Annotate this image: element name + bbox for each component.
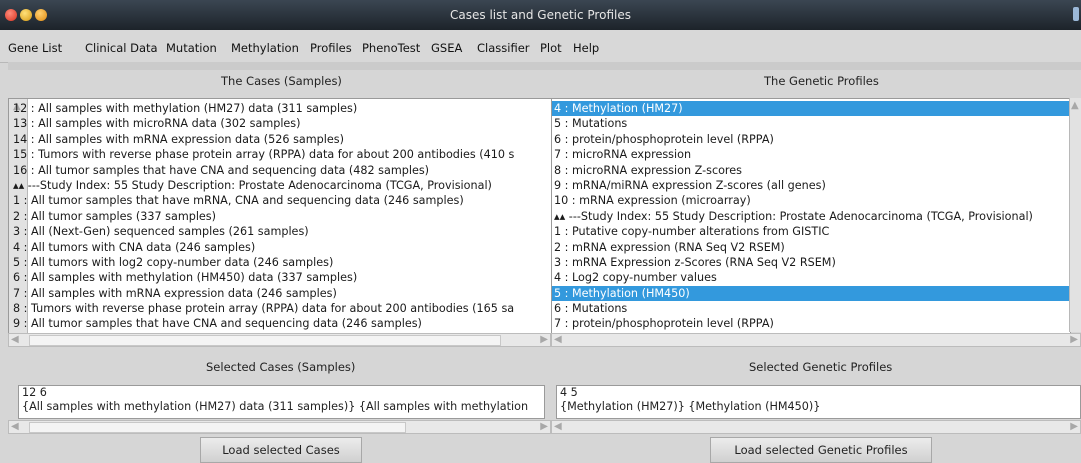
scroll-right-arrow-icon[interactable]: ▶ [540,334,548,346]
cases-list-rows: 12 : All samples with methylation (HM27)… [11,101,549,332]
scroll-right-arrow-icon[interactable]: ▶ [540,421,548,433]
menu-mutation[interactable]: Mutation [166,41,217,55]
scroll-thumb[interactable] [29,422,406,433]
list-item[interactable]: 3 : mRNA Expression z-Scores (RNA Seq V2… [552,255,1070,270]
selected-profile-descriptions: {Methylation (HM27)} {Methylation (HM450… [560,400,821,413]
selected-cases-horizontal-scrollbar[interactable]: ◀ ▶ [8,420,551,434]
profiles-panel-label: The Genetic Profiles [764,74,879,88]
menu-clinical-data[interactable]: Clinical Data [85,41,158,55]
scroll-left-arrow-icon[interactable]: ◀ [554,421,562,433]
scroll-left-arrow-icon[interactable]: ◀ [11,421,19,433]
cases-horizontal-scrollbar[interactable]: ◀ ▶ [8,333,551,347]
list-item-selected[interactable]: 5 : Methylation (HM450) [552,285,1070,302]
list-item[interactable]: 7 : microRNA expression [552,147,1070,162]
list-item[interactable]: 5 : Mutations [552,116,1070,131]
selected-profiles-label: Selected Genetic Profiles [749,360,893,374]
scroll-left-arrow-icon[interactable]: ◀ [554,334,562,346]
list-item[interactable]: 15 : Tumors with reverse phase protein a… [11,147,549,162]
list-item[interactable]: 10 : mRNA expression (microarray) [552,193,1070,208]
load-selected-profiles-button[interactable]: Load selected Genetic Profiles [710,437,932,463]
profiles-list[interactable]: 4 : Methylation (HM27) 5 : Mutations 6 :… [551,98,1071,334]
scroll-right-arrow-icon[interactable]: ▶ [1070,421,1078,433]
list-item[interactable]: 9 : mRNA/miRNA expression Z-scores (all … [552,178,1070,193]
selected-case-ids: 12 6 [22,386,47,399]
list-item[interactable]: 14 : All samples with mRNA expression da… [11,132,549,147]
window-titlebar: Cases list and Genetic Profiles [0,0,1081,30]
list-item[interactable]: 16 : All tumor samples that have CNA and… [11,163,549,178]
list-item[interactable]: 7 : protein/phosphoprotein level (RPPA) [552,316,1070,331]
list-item[interactable]: 6 : Mutations [552,301,1070,316]
list-item[interactable]: 1 : All tumor samples that have mRNA, CN… [11,193,549,208]
menu-methylation[interactable]: Methylation [231,41,299,55]
toolbar-strip [8,62,1081,70]
selected-profiles-field[interactable]: 4 5 {Methylation (HM27)} {Methylation (H… [556,385,1081,419]
list-item[interactable]: 8 : microRNA expression Z-scores [552,163,1070,178]
scroll-thumb[interactable] [29,335,501,346]
cases-panel-label: The Cases (Samples) [221,74,342,88]
list-item[interactable]: 8 : Tumors with reverse phase protein ar… [11,301,549,316]
scroll-right-arrow-icon[interactable]: ▶ [1070,334,1078,346]
menu-classifier[interactable]: Classifier [477,41,530,55]
cases-list[interactable]: ▲ 12 : All samples with methylation (HM2… [8,98,553,334]
list-item[interactable]: 2 : mRNA expression (RNA Seq V2 RSEM) [552,240,1070,255]
profiles-vertical-scrollbar[interactable]: ▲ [1069,98,1081,332]
menu-gene-list[interactable]: Gene List [8,41,62,55]
list-item[interactable]: 4 : All tumors with CNA data (246 sample… [11,240,549,255]
load-selected-cases-button[interactable]: Load selected Cases [200,437,362,463]
list-item[interactable]: 6 : protein/phosphoprotein level (RPPA) [552,132,1070,147]
list-item[interactable]: 1 : Putative copy-number alterations fro… [552,224,1070,239]
menu-plot[interactable]: Plot [540,41,562,55]
list-item[interactable]: 9 : All tumor samples that have CNA and … [11,316,549,331]
selected-cases-field[interactable]: 12 6 {All samples with methylation (HM27… [18,385,545,419]
profiles-horizontal-scrollbar[interactable]: ◀ ▶ [551,333,1081,347]
scroll-left-arrow-icon[interactable]: ◀ [11,334,19,346]
list-item[interactable]: 5 : All tumors with log2 copy-number dat… [11,255,549,270]
list-item[interactable]: 7 : All samples with mRNA expression dat… [11,286,549,301]
menubar: Gene List Clinical Data Mutation Methyla… [0,30,1081,63]
selected-profiles-horizontal-scrollbar[interactable]: ◀ ▶ [551,420,1081,434]
list-item[interactable]: 6 : All samples with methylation (HM450)… [11,270,549,285]
menu-gsea[interactable]: GSEA [431,41,462,55]
list-item[interactable]: 12 : All samples with methylation (HM27)… [11,101,549,116]
list-item[interactable]: 13 : All samples with microRNA data (302… [11,116,549,131]
selected-profile-ids: 4 5 [560,386,578,399]
window-title: Cases list and Genetic Profiles [450,8,631,22]
list-item[interactable]: 2 : All tumor samples (337 samples) [11,209,549,224]
selected-cases-label: Selected Cases (Samples) [206,360,356,374]
window-edge-icon [1073,7,1079,21]
list-item[interactable]: 3 : All (Next-Gen) sequenced samples (26… [11,224,549,239]
study-header-row[interactable]: ▴▴ ---Study Index: 55 Study Description:… [552,209,1070,224]
profiles-list-rows: 4 : Methylation (HM27) 5 : Mutations 6 :… [552,101,1070,332]
scroll-up-arrow-icon[interactable]: ▲ [1071,100,1079,112]
list-item-selected[interactable]: 4 : Methylation (HM27) [552,101,1070,117]
menu-profiles[interactable]: Profiles [310,41,352,55]
menu-help[interactable]: Help [573,41,599,55]
study-header-row[interactable]: ▴▴ ---Study Index: 55 Study Description:… [11,178,549,193]
menu-phenotest[interactable]: PhenoTest [362,41,420,55]
list-item[interactable]: 4 : Log2 copy-number values [552,270,1070,285]
selected-case-descriptions: {All samples with methylation (HM27) dat… [22,400,529,413]
